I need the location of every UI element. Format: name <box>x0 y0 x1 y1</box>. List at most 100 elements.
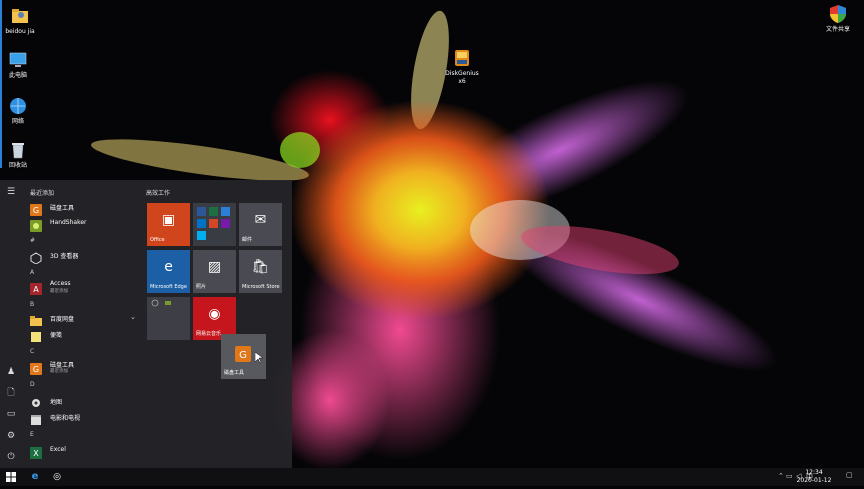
tile-label: Office <box>150 237 165 243</box>
app-item-movies-tv[interactable]: 电影和电视 <box>28 410 138 425</box>
app-label: HandShaker <box>50 219 87 226</box>
desktop-icon-label: DiskGenius <box>445 70 479 77</box>
svg-text:G: G <box>33 365 39 374</box>
tile-label: 磁盘工具 <box>224 370 245 376</box>
handshaker-icon <box>30 217 42 232</box>
svg-text:G: G <box>33 206 39 215</box>
desktop-icon-label: beidou jia <box>5 28 35 35</box>
app-item-access[interactable]: A Access 最近添加 <box>28 279 138 295</box>
section-letter[interactable]: B <box>30 301 34 308</box>
user-folder-icon <box>10 6 30 26</box>
app-label: 3D 查看器 <box>50 253 79 260</box>
taskbar: e ◎ ⌃ ▭ ◁ 中 12:34 2020-01-12 ▢ <box>0 468 864 486</box>
documents-icon[interactable]: 🗋 <box>5 387 17 399</box>
office-apps-grid-icon <box>197 207 230 240</box>
map-pin-icon <box>30 395 42 407</box>
tile-label: Microsoft Store <box>242 284 280 290</box>
app-item-maps[interactable]: 地图 <box>28 394 138 408</box>
netease-music-icon: ◉ <box>208 306 221 322</box>
settings-gear-icon[interactable]: ⚙ <box>5 430 17 442</box>
app-item-handshaker[interactable]: HandShaker <box>28 216 138 232</box>
app-label: 磁盘工具 <box>50 205 75 212</box>
recycle-bin-icon <box>8 140 28 160</box>
network-tray-icon[interactable]: ▭ <box>786 472 793 480</box>
tile-office-apps-folder[interactable] <box>193 203 236 246</box>
app-item-disk-tool-c[interactable]: G 磁盘工具 最近添加 <box>28 359 138 375</box>
power-icon[interactable]: ⏻ <box>5 451 17 463</box>
tile-photos[interactable]: ▨ 照片 <box>193 250 236 293</box>
user-account-icon[interactable]: ♟ <box>5 366 17 378</box>
section-letter[interactable]: D <box>30 381 35 388</box>
tile-mail[interactable]: ✉ 邮件 <box>239 203 282 246</box>
tile-label: 网易云音乐 <box>196 331 222 337</box>
tile-edge[interactable]: e Microsoft Edge <box>147 250 190 293</box>
app-sublabel: 最近添加 <box>50 369 68 374</box>
notification-icon[interactable]: ▢ <box>846 471 853 479</box>
tile-office[interactable]: ▣ Office <box>147 203 190 246</box>
desktop-icon-label: 文件共享 <box>825 26 850 33</box>
desktop-icon-label: 网络 <box>11 118 24 125</box>
windows-start-icon[interactable] <box>0 468 22 486</box>
disk-tool-icon: G <box>30 360 42 375</box>
desktop-icon-user-folder[interactable]: beidou jia <box>0 6 40 36</box>
hamburger-menu-icon[interactable]: ☰ <box>5 186 17 198</box>
section-letter[interactable]: C <box>30 348 34 355</box>
pictures-icon[interactable]: ▭ <box>5 408 17 420</box>
access-icon: A <box>30 280 42 295</box>
clock-time: 12:34 <box>805 469 823 476</box>
app-label: Excel <box>50 446 66 453</box>
start-rail: ☰ ♟ 🗋 ▭ ⚙ ⏻ <box>0 180 22 468</box>
tile-label: 邮件 <box>242 237 253 243</box>
app-label: 百度网盘 <box>50 316 75 323</box>
cube-icon <box>30 249 42 265</box>
desktop-icon-recycle-bin[interactable]: 回收站 <box>0 140 38 170</box>
start-menu: ☰ ♟ 🗋 ▭ ⚙ ⏻ 最近添加 G 磁盘工具 HandShaker # 3D … <box>0 180 292 468</box>
sticky-notes-icon <box>30 328 42 342</box>
app-list: 最近添加 G 磁盘工具 HandShaker # 3D 查看器 A A Acce… <box>24 180 140 468</box>
app-item-disk-tool[interactable]: G 磁盘工具 <box>28 200 138 216</box>
mouse-cursor-icon <box>255 352 263 364</box>
excel-icon: X <box>30 444 42 459</box>
network-icon <box>8 96 28 116</box>
disk-tool-icon: G <box>30 201 42 216</box>
desktop-icon-label-line2: x6 <box>458 78 466 85</box>
app-label: 电影和电视 <box>50 415 81 422</box>
desktop-icon-this-pc[interactable]: 此电脑 <box>0 50 38 80</box>
clock-date: 2020-01-12 <box>796 477 832 484</box>
small-apps-icon <box>151 299 171 307</box>
app-item-3d-viewer[interactable]: 3D 查看器 <box>28 248 138 265</box>
film-icon <box>30 411 42 425</box>
store-bag-icon: 🛍 <box>251 259 270 275</box>
app-item-baidu-netdisk[interactable]: 百度网盘 ⌄ <box>28 311 138 326</box>
desktop-icon-label: 此电脑 <box>8 72 27 79</box>
section-letter[interactable]: A <box>30 269 34 276</box>
app-item-excel[interactable]: X Excel <box>28 443 138 459</box>
folder-icon <box>30 312 42 326</box>
app-label: 便笺 <box>50 332 63 339</box>
app-item-sticky-notes[interactable]: 便笺 <box>28 327 138 342</box>
browser-taskbar-icon[interactable]: ◎ <box>46 468 68 486</box>
svg-text:G: G <box>239 350 247 361</box>
svg-text:A: A <box>33 285 39 294</box>
section-letter[interactable]: # <box>30 237 35 244</box>
chevron-down-icon[interactable]: ⌄ <box>130 313 136 321</box>
edge-taskbar-icon[interactable]: e <box>24 468 46 486</box>
edge-icon: e <box>164 259 173 275</box>
app-sublabel: 最近添加 <box>50 289 68 294</box>
desktop-icon-file-share[interactable]: 文件共享 <box>818 4 858 34</box>
photos-icon: ▨ <box>207 259 222 275</box>
taskbar-clock[interactable]: 12:34 2020-01-12 <box>794 469 834 485</box>
disk-tool-icon: G <box>235 346 251 366</box>
app-label: 地图 <box>50 399 63 406</box>
tile-store[interactable]: 🛍 Microsoft Store <box>239 250 282 293</box>
office-icon: ▣ <box>161 212 176 228</box>
tray-expand-icon[interactable]: ⌃ <box>778 472 784 480</box>
tiles-group-header: 高效工作 <box>146 190 171 197</box>
tile-small-folder[interactable] <box>147 297 190 340</box>
desktop-icon-diskgenius[interactable]: DiskGenius x6 <box>442 48 482 86</box>
mail-envelope-icon: ✉ <box>254 212 267 228</box>
recent-header: 最近添加 <box>30 190 55 197</box>
tile-label: 照片 <box>196 284 207 290</box>
desktop-icon-network[interactable]: 网络 <box>0 96 38 126</box>
section-letter[interactable]: E <box>30 431 34 438</box>
